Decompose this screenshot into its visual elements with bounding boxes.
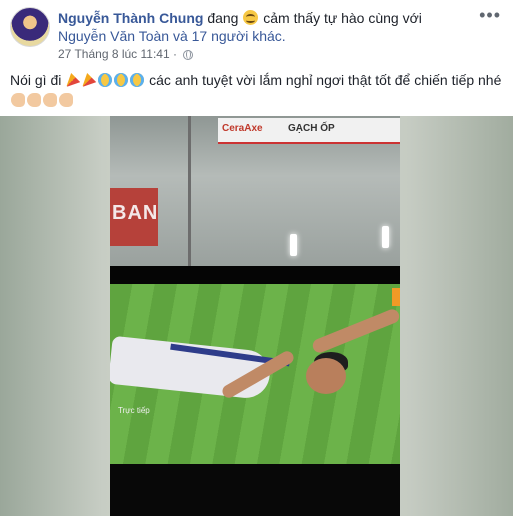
banner-text: BAN (112, 202, 159, 224)
feeling-proud-emoji-icon (243, 10, 259, 25)
feeling-text: cảm thấy tự hào cùng với (263, 10, 422, 26)
post-body-text: Nói gì đi các anh tuyệt vời lắm nghỉ ngơ… (10, 70, 502, 110)
timestamp-separator: · (173, 47, 177, 61)
tears-of-joy-emoji-icon (130, 73, 145, 87)
author-avatar[interactable] (10, 7, 50, 47)
flexed-biceps-icon (43, 93, 57, 107)
tagged-joiner: và (172, 28, 188, 44)
flexed-biceps-icon (59, 93, 73, 107)
post-meta: 27 Tháng 8 lúc 11:41 · (58, 47, 194, 61)
video-frame[interactable]: CeraAxe GẠCH ỐP BAN Trực tiếp (110, 116, 400, 516)
post-timestamp[interactable]: 27 Tháng 8 lúc 11:41 (58, 47, 170, 61)
screen-bezel (110, 266, 400, 284)
football-pitch (110, 284, 400, 464)
post-text-part1: Nói gì đi (10, 72, 62, 88)
overlay-caption: Trực tiếp (118, 406, 150, 415)
stadium-pole (188, 116, 191, 266)
board-brand-1: CeraAxe (222, 123, 263, 134)
player-head (306, 358, 346, 394)
post-text-part2: các anh tuyệt vời lắm nghỉ ngơi thật tốt… (149, 72, 502, 88)
author-line: Nguyễn Thành Chung đang cảm thấy tự hào … (58, 9, 422, 27)
board-brand-2: GẠCH ỐP (288, 123, 335, 134)
party-popper-icon (82, 73, 97, 87)
tagged-user-link[interactable]: Nguyễn Văn Toàn (58, 28, 169, 44)
post-video[interactable]: CeraAxe GẠCH ỐP BAN Trực tiếp (0, 116, 513, 516)
tears-of-joy-emoji-icon (98, 73, 113, 87)
globe-icon[interactable] (183, 50, 194, 60)
post-options-button[interactable]: ••• (479, 6, 501, 24)
stadium-banner: BAN (110, 188, 158, 246)
tagged-line: Nguyễn Văn Toàn và 17 người khác. (58, 27, 286, 45)
advertising-board: CeraAxe GẠCH ỐP (218, 118, 400, 144)
tagged-others-link[interactable]: 17 người khác. (192, 28, 286, 44)
player-arm-raised (310, 307, 400, 355)
party-popper-icon (66, 73, 81, 87)
post-header: Nguyễn Thành Chung đang cảm thấy tự hào … (0, 0, 513, 66)
feeling-prefix: đang (207, 10, 239, 26)
screen-bottom-bezel (110, 464, 400, 516)
player-body (110, 335, 273, 401)
author-name[interactable]: Nguyễn Thành Chung (58, 10, 203, 26)
stadium-background: CeraAxe GẠCH ỐP BAN (110, 116, 400, 266)
stadium-light (290, 234, 297, 256)
flexed-biceps-icon (11, 93, 25, 107)
tears-of-joy-emoji-icon (114, 73, 129, 87)
flexed-biceps-icon (27, 93, 41, 107)
live-corner-tag (392, 288, 400, 306)
stadium-light (382, 226, 389, 248)
